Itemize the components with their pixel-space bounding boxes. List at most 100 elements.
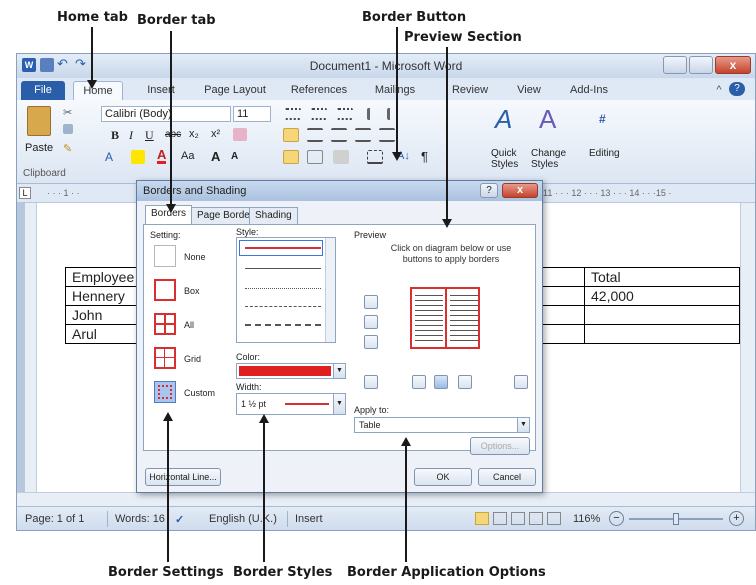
preview-diagram[interactable] <box>410 287 480 349</box>
align-left-icon[interactable] <box>283 128 299 142</box>
underline-button[interactable]: U <box>145 128 154 143</box>
zoom-out-button[interactable]: − <box>609 511 624 526</box>
apply-to-dropdown[interactable]: Table ▼ <box>354 417 530 433</box>
page-count[interactable]: Page: 1 of 1 <box>25 513 84 525</box>
font-name-box[interactable]: Calibri (Body) <box>101 106 231 122</box>
left-border-button[interactable] <box>412 375 426 389</box>
style-option-dash-dot[interactable] <box>245 324 321 326</box>
setting-grid-label[interactable]: Grid <box>184 354 201 364</box>
table-cell[interactable]: Employee <box>65 267 146 287</box>
tab-home[interactable]: Home <box>73 81 123 100</box>
setting-custom-label[interactable]: Custom <box>184 388 215 398</box>
tab-shading[interactable]: Shading <box>249 207 298 224</box>
paste-icon[interactable] <box>27 106 51 136</box>
bottom-border-button[interactable] <box>364 335 378 349</box>
zoom-slider-thumb[interactable] <box>673 513 679 525</box>
ribbon-minimize-icon[interactable]: ^ <box>712 81 726 100</box>
language-status[interactable]: English (U.K.) <box>209 513 277 525</box>
tab-selector-icon[interactable]: L <box>19 187 31 199</box>
outline-view-icon[interactable] <box>529 512 543 525</box>
insert-mode-status[interactable]: Insert <box>295 513 323 525</box>
bold-button[interactable]: B <box>111 128 119 143</box>
width-dropdown[interactable]: 1 ½ pt ▼ <box>236 393 346 415</box>
close-button[interactable]: x <box>715 56 751 74</box>
web-layout-view-icon[interactable] <box>511 512 525 525</box>
setting-box-icon[interactable] <box>154 279 176 301</box>
align-right-icon[interactable] <box>331 128 347 142</box>
show-hide-button[interactable]: ¶ <box>421 149 428 164</box>
chevron-down-icon[interactable]: ▼ <box>333 394 345 414</box>
format-painter-icon[interactable]: ✎ <box>63 142 73 155</box>
chevron-down-icon[interactable]: ▼ <box>333 364 345 378</box>
diagonal-up-border-button[interactable] <box>514 375 528 389</box>
change-styles-button[interactable]: Change Styles <box>531 148 575 170</box>
setting-grid-icon[interactable] <box>154 347 176 369</box>
dialog-help-button[interactable]: ? <box>480 183 498 198</box>
vertical-scrollbar[interactable] <box>740 203 755 492</box>
print-layout-view-icon[interactable] <box>475 512 489 525</box>
copy-icon[interactable] <box>63 124 73 134</box>
editing-button[interactable]: Editing <box>589 148 620 159</box>
style-option-thin[interactable] <box>245 268 321 269</box>
multilevel-list-icon[interactable] <box>337 108 353 120</box>
change-case-button[interactable]: Aa <box>181 150 194 162</box>
tab-file[interactable]: File <box>21 81 65 100</box>
style-option-solid[interactable] <box>245 247 321 249</box>
ltr-icon[interactable] <box>283 150 299 164</box>
cancel-button[interactable]: Cancel <box>478 468 536 486</box>
table-cell[interactable]: Hennery <box>65 286 146 306</box>
zoom-level[interactable]: 116% <box>573 513 600 525</box>
horizontal-line-button[interactable]: Horizontal Line... <box>145 468 221 486</box>
quick-styles-button[interactable]: Quick Styles <box>491 148 527 170</box>
style-list-scrollbar[interactable] <box>325 238 335 342</box>
table-cell[interactable]: John <box>65 305 146 325</box>
word-count[interactable]: Words: 16 <box>115 513 165 525</box>
setting-all-icon[interactable] <box>154 313 176 335</box>
change-styles-icon[interactable]: A <box>539 104 556 135</box>
subscript-button[interactable]: x₂ <box>189 128 199 140</box>
table-cell[interactable]: Total <box>584 267 740 287</box>
zoom-in-button[interactable]: + <box>729 511 744 526</box>
table-cell[interactable] <box>584 305 740 325</box>
decrease-indent-icon[interactable] <box>367 108 381 120</box>
italic-button[interactable]: I <box>129 128 133 143</box>
strikethrough-button[interactable]: abc <box>165 129 181 140</box>
superscript-button[interactable]: x² <box>211 128 220 140</box>
style-option-dotted[interactable] <box>245 288 321 289</box>
shading-icon[interactable] <box>333 150 349 164</box>
shrink-font-button[interactable]: A <box>231 151 238 162</box>
tab-mailings[interactable]: Mailings <box>367 81 423 100</box>
setting-custom-icon[interactable] <box>154 381 176 403</box>
ok-button[interactable]: OK <box>414 468 472 486</box>
setting-none-icon[interactable] <box>154 245 176 267</box>
inside-horizontal-border-button[interactable] <box>364 315 378 329</box>
clear-formatting-icon[interactable] <box>233 128 247 141</box>
numbering-icon[interactable] <box>311 108 327 120</box>
border-button-icon[interactable] <box>367 150 383 164</box>
align-center-icon[interactable] <box>307 128 323 142</box>
minimize-button[interactable] <box>663 56 687 74</box>
tab-page-layout[interactable]: Page Layout <box>197 81 273 100</box>
help-icon[interactable]: ? <box>729 82 745 96</box>
binoculars-icon[interactable]: # <box>599 112 615 128</box>
font-color-icon[interactable]: A <box>157 148 167 164</box>
justify-icon[interactable] <box>355 128 371 142</box>
table-cell[interactable] <box>584 324 740 344</box>
tab-insert[interactable]: Insert <box>139 81 183 100</box>
color-dropdown[interactable]: ▼ <box>236 363 346 379</box>
maximize-button[interactable] <box>689 56 713 74</box>
dialog-close-button[interactable]: x <box>502 183 538 198</box>
bullets-icon[interactable] <box>285 108 301 120</box>
paste-label[interactable]: Paste <box>25 142 53 154</box>
table-cell[interactable]: 42,000 <box>584 286 740 306</box>
tab-view[interactable]: View <box>509 81 549 100</box>
table-cell[interactable]: Arul <box>65 324 146 344</box>
style-list[interactable] <box>236 237 336 343</box>
full-screen-view-icon[interactable] <box>493 512 507 525</box>
proofing-icon[interactable]: ✓ <box>175 513 184 526</box>
diagonal-down-border-button[interactable] <box>364 375 378 389</box>
rtl-icon[interactable] <box>307 150 323 164</box>
horizontal-scrollbar[interactable] <box>17 492 755 506</box>
dialog-title-bar[interactable]: Borders and Shading ? x <box>137 181 542 201</box>
options-button[interactable]: Options... <box>470 437 530 455</box>
